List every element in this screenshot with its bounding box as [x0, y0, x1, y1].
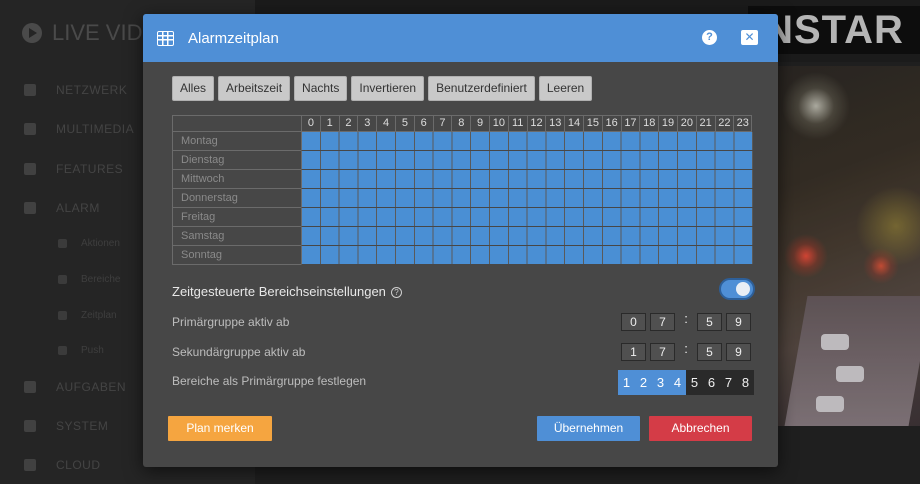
hour-header[interactable]: 0: [301, 115, 320, 132]
hour-header[interactable]: 5: [394, 115, 414, 132]
schedule-row: Samstag: [172, 227, 753, 246]
preset-benutzerdefiniert-button[interactable]: Benutzerdefiniert: [428, 76, 535, 101]
hour-header[interactable]: 22: [714, 115, 734, 132]
area-button[interactable]: 5: [686, 370, 703, 395]
area-button[interactable]: 1: [618, 370, 635, 395]
area-selector: 12345678: [618, 370, 754, 395]
hour-cells[interactable]: [301, 189, 753, 208]
apply-button[interactable]: Übernehmen: [537, 416, 640, 441]
secondary-hour-ones[interactable]: 7: [650, 343, 675, 361]
preset-leeren-button[interactable]: Leeren: [538, 76, 593, 101]
secondary-minute-tens[interactable]: 5: [697, 343, 722, 361]
hour-header[interactable]: 2: [338, 115, 358, 132]
day-label[interactable]: Montag: [172, 132, 301, 151]
hour-header[interactable]: 15: [582, 115, 602, 132]
area-button[interactable]: 3: [652, 370, 669, 395]
hour-header[interactable]: 13: [545, 115, 565, 132]
day-label[interactable]: Donnerstag: [172, 189, 301, 208]
day-label[interactable]: Dienstag: [172, 151, 301, 170]
hour-cells[interactable]: [301, 208, 753, 227]
primary-group-label: Primärgruppe aktiv ab: [172, 315, 290, 329]
preset-nachts-button[interactable]: Nachts: [294, 76, 348, 101]
hour-header[interactable]: 20: [676, 115, 696, 132]
area-button[interactable]: 6: [703, 370, 720, 395]
preset-arbeitszeit-button[interactable]: Arbeitszeit: [218, 76, 291, 101]
hour-header[interactable]: 4: [376, 115, 395, 132]
dialog-title: Alarmzeitplan: [188, 29, 279, 47]
hour-header[interactable]: 1: [319, 115, 339, 132]
area-button[interactable]: 2: [635, 370, 652, 395]
save-plan-button[interactable]: Plan merken: [168, 416, 272, 441]
hour-header[interactable]: 8: [451, 115, 471, 132]
hour-header[interactable]: 11: [507, 115, 527, 132]
hour-header[interactable]: 12: [526, 115, 546, 132]
dialog-header: Alarmzeitplan ? ✕: [143, 14, 778, 62]
table-icon: [157, 30, 174, 46]
schedule-row: Dienstag: [172, 151, 753, 170]
schedule-row: Montag: [172, 132, 753, 151]
schedule-rows: Montag Dienstag Mittwoch Donnerstag Freitag S…: [172, 132, 753, 265]
preset-invertieren-button[interactable]: Invertieren: [351, 76, 425, 101]
hour-cells[interactable]: [301, 170, 753, 189]
hour-header-row: 0 1 2 3 4 5 6 7 8 9 10 11 12 13 14 15 16 17 18 19 20 21 22 23: [172, 115, 753, 132]
hour-cells[interactable]: [301, 132, 753, 151]
area-button[interactable]: 7: [720, 370, 737, 395]
alarm-schedule-dialog: Alarmzeitplan ? ✕ Alles Arbeitszeit Nach…: [143, 14, 778, 467]
primary-hour-tens[interactable]: 0: [621, 313, 646, 331]
primary-minute-tens[interactable]: 5: [697, 313, 722, 331]
help-icon[interactable]: ?: [390, 287, 402, 298]
hour-header[interactable]: 3: [357, 115, 377, 132]
schedule-row: Donnerstag: [172, 189, 753, 208]
hour-cells[interactable]: [301, 246, 753, 265]
hour-header[interactable]: 9: [470, 115, 489, 132]
day-label[interactable]: Samstag: [172, 227, 301, 246]
primary-minute-ones[interactable]: 9: [726, 313, 751, 331]
hour-header[interactable]: 6: [413, 115, 433, 132]
help-button[interactable]: ?: [702, 30, 717, 45]
hour-header[interactable]: 23: [733, 115, 753, 132]
time-separator: :: [684, 311, 688, 326]
toggle-knob: [736, 282, 750, 296]
hour-cells[interactable]: [301, 151, 753, 170]
hour-header[interactable]: 10: [488, 115, 508, 132]
primary-time-input[interactable]: 0 7 : 5 9: [621, 311, 751, 331]
schedule-row: Freitag: [172, 208, 753, 227]
close-button[interactable]: ✕: [741, 30, 758, 45]
hour-header[interactable]: 14: [564, 115, 583, 132]
day-label[interactable]: Mittwoch: [172, 170, 301, 189]
secondary-minute-ones[interactable]: 9: [726, 343, 751, 361]
hour-header[interactable]: 18: [639, 115, 659, 132]
cancel-button[interactable]: Abbrechen: [649, 416, 752, 441]
hour-header[interactable]: 21: [695, 115, 715, 132]
hour-header[interactable]: 19: [658, 115, 677, 132]
zone-settings-toggle[interactable]: [719, 278, 755, 300]
primary-hour-ones[interactable]: 7: [650, 313, 675, 331]
zone-settings-label: Zeitgesteuerte Bereichseinstellungen?: [172, 284, 402, 299]
hour-header[interactable]: 16: [601, 115, 621, 132]
secondary-time-input[interactable]: 1 7 : 5 9: [621, 341, 751, 361]
preset-toolbar: Alles Arbeitszeit Nachts Invertieren Ben…: [172, 76, 593, 101]
hour-header[interactable]: 17: [620, 115, 640, 132]
hour-header[interactable]: 7: [432, 115, 452, 132]
preset-alles-button[interactable]: Alles: [172, 76, 215, 101]
secondary-group-label: Sekundärgruppe aktiv ab: [172, 345, 306, 359]
hour-cells[interactable]: [301, 227, 753, 246]
time-separator: :: [684, 341, 688, 356]
schedule-grid: 0 1 2 3 4 5 6 7 8 9 10 11 12 13 14 15 16 17 18 19 20 21 22 23 M…: [172, 115, 753, 265]
schedule-row: Mittwoch: [172, 170, 753, 189]
day-label[interactable]: Sonntag: [172, 246, 301, 265]
secondary-hour-tens[interactable]: 1: [621, 343, 646, 361]
primary-areas-label: Bereiche als Primärgruppe festlegen: [172, 374, 367, 388]
area-button[interactable]: 8: [737, 370, 754, 395]
day-label[interactable]: Freitag: [172, 208, 301, 227]
area-button[interactable]: 4: [669, 370, 686, 395]
grid-corner: [172, 115, 301, 132]
schedule-row: Sonntag: [172, 246, 753, 265]
